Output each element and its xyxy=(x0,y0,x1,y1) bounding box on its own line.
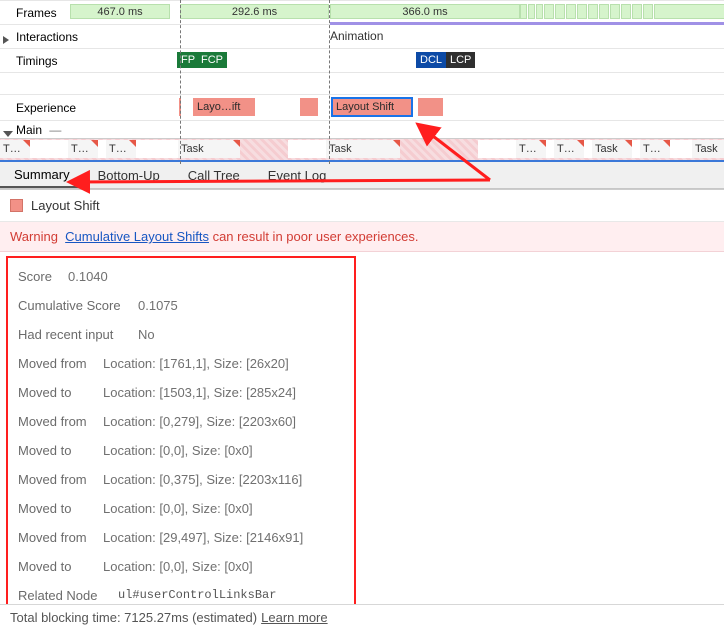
frame-segment[interactable] xyxy=(588,4,598,19)
task-gap xyxy=(98,140,106,158)
guide-line xyxy=(329,0,330,164)
detail-row: Moved fromLocation: [29,497], Size: [214… xyxy=(8,523,354,552)
detail-header: Layout Shift xyxy=(0,190,724,222)
task-gap xyxy=(288,140,326,158)
task-gap xyxy=(632,140,640,158)
task-gap xyxy=(168,140,178,158)
experience-track[interactable]: Experience Layo…ift Layout Shift xyxy=(0,94,724,120)
footer-text: Total blocking time: 7125.27ms (estimate… xyxy=(10,610,257,625)
frame-segment[interactable] xyxy=(610,4,620,19)
lcp-badge[interactable]: LCP xyxy=(446,52,475,68)
timings-track[interactable]: Timings FP FCP DCL LCP xyxy=(0,48,724,72)
frame-segment[interactable]: 292.6 ms xyxy=(180,4,329,19)
main-dash: — xyxy=(49,123,61,137)
collapse-icon[interactable] xyxy=(3,131,13,137)
detail-row: Moved toLocation: [0,0], Size: [0x0] xyxy=(8,552,354,581)
task-gap xyxy=(136,140,168,158)
task-strip[interactable]: T… T… T… Task Task T… T… Task T… Task xyxy=(0,138,724,160)
layout-shift-block[interactable]: Layo…ift xyxy=(193,98,255,116)
guide-line xyxy=(180,0,181,164)
detail-row: Moved fromLocation: [1761,1], Size: [26x… xyxy=(8,349,354,378)
main-track[interactable]: Main — xyxy=(0,120,724,138)
task-cell[interactable]: T… xyxy=(106,140,136,158)
frame-segment[interactable] xyxy=(599,4,609,19)
task-cell[interactable]: T… xyxy=(516,140,546,158)
layout-shift-marker[interactable] xyxy=(418,98,443,116)
frame-segment[interactable] xyxy=(555,4,565,19)
frame-segment[interactable]: 328.4 ms xyxy=(654,4,724,19)
interactions-label: Interactions xyxy=(0,30,170,44)
tabbar: Summary Bottom-Up Call Tree Event Log xyxy=(0,162,724,189)
interactions-label-text: Interactions xyxy=(16,30,78,44)
task-cell[interactable]: Task xyxy=(326,140,400,158)
task-gap xyxy=(478,140,516,158)
frame-segment[interactable] xyxy=(566,4,576,19)
task-cell[interactable]: Task xyxy=(592,140,632,158)
related-key: Related Node xyxy=(18,588,118,603)
expand-icon[interactable] xyxy=(3,36,9,44)
warning-prefix: Warning xyxy=(10,229,58,244)
main-label-text: Main xyxy=(16,123,42,137)
frame-segment[interactable] xyxy=(621,4,631,19)
detail-row: Had recent inputNo xyxy=(8,320,354,349)
task-gap xyxy=(670,140,692,158)
frames-label-text: Frames xyxy=(16,6,57,20)
task-gap xyxy=(546,140,554,158)
purple-span-bar xyxy=(330,22,724,25)
frame-segment[interactable] xyxy=(643,4,653,19)
detail-row: Moved fromLocation: [0,375], Size: [2203… xyxy=(8,465,354,494)
tab-summary[interactable]: Summary xyxy=(0,162,84,188)
frame-segment[interactable] xyxy=(632,4,642,19)
task-cell[interactable]: Task xyxy=(178,140,240,158)
detail-row: Moved toLocation: [0,0], Size: [0x0] xyxy=(8,494,354,523)
frame-segment[interactable] xyxy=(544,4,554,19)
experience-label: Experience xyxy=(0,101,170,115)
task-cell[interactable]: T… xyxy=(68,140,98,158)
detail-row: Score0.1040 xyxy=(8,262,354,291)
frame-segment[interactable] xyxy=(520,4,527,19)
task-cell[interactable]: T… xyxy=(640,140,670,158)
detail-row: Moved toLocation: [0,0], Size: [0x0] xyxy=(8,436,354,465)
tab-event-log[interactable]: Event Log xyxy=(254,162,341,188)
warning-link[interactable]: Cumulative Layout Shifts xyxy=(65,229,209,244)
detail-block: Score0.1040 Cumulative Score0.1075 Had r… xyxy=(6,256,356,614)
footer-link[interactable]: Learn more xyxy=(261,610,327,625)
task-cell[interactable]: T… xyxy=(0,140,30,158)
animation-label: Animation xyxy=(330,29,383,43)
timings-label-text: Timings xyxy=(16,54,58,68)
spacer-track xyxy=(0,72,724,94)
frame-segment[interactable] xyxy=(536,4,543,19)
main-label: Main — xyxy=(0,123,170,137)
frame-segment[interactable] xyxy=(577,4,587,19)
timings-label: Timings xyxy=(0,54,170,68)
layout-shift-swatch-icon xyxy=(10,199,23,212)
layout-shift-marker[interactable] xyxy=(300,98,318,116)
dcl-badge[interactable]: DCL xyxy=(416,52,446,68)
detail-row: Cumulative Score0.1075 xyxy=(8,291,354,320)
frame-segment[interactable]: 467.0 ms xyxy=(70,4,170,19)
related-node[interactable]: ul#userControlLinksBar xyxy=(118,588,276,603)
task-cell[interactable]: T… xyxy=(554,140,584,158)
task-gap xyxy=(584,140,592,158)
frames-track[interactable]: Frames 467.0 ms 292.6 ms 366.0 ms 328.4 … xyxy=(0,0,724,24)
interactions-track[interactable]: Interactions Animation xyxy=(0,24,724,48)
tab-call-tree[interactable]: Call Tree xyxy=(174,162,254,188)
task-gap xyxy=(30,140,68,158)
frame-segment[interactable] xyxy=(528,4,535,19)
frame-segment[interactable]: 366.0 ms xyxy=(330,4,520,19)
experience-label-text: Experience xyxy=(16,101,76,115)
detail-row: Moved toLocation: [1503,1], Size: [285x2… xyxy=(8,378,354,407)
warning-banner: Warning Cumulative Layout Shifts can res… xyxy=(0,222,724,252)
detail-row: Moved fromLocation: [0,279], Size: [2203… xyxy=(8,407,354,436)
task-cell[interactable]: Task xyxy=(692,140,724,158)
footer: Total blocking time: 7125.27ms (estimate… xyxy=(0,604,724,629)
detail-title: Layout Shift xyxy=(31,198,100,213)
fcp-badge[interactable]: FCP xyxy=(197,52,227,68)
tab-bottom-up[interactable]: Bottom-Up xyxy=(84,162,174,188)
layout-shift-block-selected[interactable]: Layout Shift xyxy=(332,98,412,116)
warning-suffix: can result in poor user experiences. xyxy=(209,229,419,244)
timeline-panel[interactable]: Frames 467.0 ms 292.6 ms 366.0 ms 328.4 … xyxy=(0,0,724,190)
